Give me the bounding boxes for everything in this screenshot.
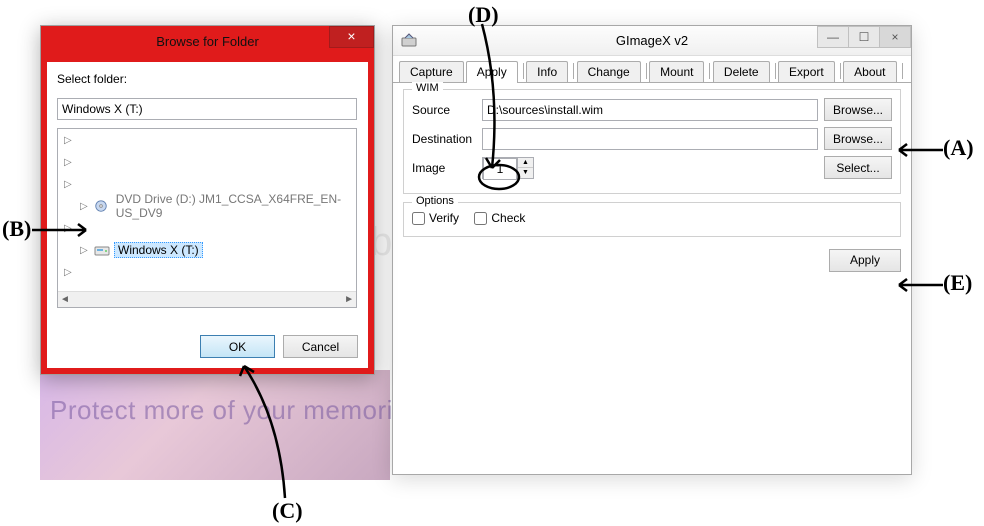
- tab-change[interactable]: Change: [577, 61, 641, 82]
- tree-item-dvd[interactable]: ▷ DVD Drive (D:) JM1_CCSA_X64FRE_EN-US_D…: [58, 195, 356, 217]
- app-titlebar[interactable]: GImageX v2 — ☐ ×: [393, 26, 911, 56]
- annotation-a: (A): [943, 135, 974, 161]
- folder-tree[interactable]: ▷ ▷ ▷ ▷ DVD Drive (D:) JM1_CCSA_X64FRE_E…: [57, 128, 357, 308]
- verify-checkbox-input[interactable]: [412, 212, 425, 225]
- tab-export[interactable]: Export: [778, 61, 835, 82]
- expand-icon[interactable]: ▷: [64, 267, 74, 278]
- annotation-c: (C): [272, 498, 303, 524]
- image-label: Image: [412, 161, 476, 175]
- options-group: Options Verify Check: [403, 202, 901, 237]
- tab-delete[interactable]: Delete: [713, 61, 770, 82]
- tab-apply[interactable]: Apply: [466, 61, 518, 83]
- wim-legend: WIM: [412, 82, 443, 94]
- folder-combo-value: Windows X (T:): [62, 102, 143, 116]
- check-label: Check: [491, 211, 525, 225]
- tree-item-windows-x[interactable]: ▷ Windows X (T:): [58, 239, 356, 261]
- tab-bar: Capture Apply Info Change Mount Delete E…: [393, 56, 911, 83]
- gimagex-window: GImageX v2 — ☐ × Capture Apply Info Chan…: [392, 25, 912, 475]
- check-checkbox[interactable]: Check: [474, 211, 525, 225]
- wim-group: WIM Source Browse... Destination Browse.…: [403, 89, 901, 194]
- browse-instruction: Select folder:: [57, 72, 358, 86]
- source-label: Source: [412, 103, 476, 117]
- source-input[interactable]: [482, 99, 818, 121]
- expand-icon[interactable]: ▷: [80, 201, 89, 212]
- close-icon[interactable]: ×: [879, 26, 911, 48]
- folder-combo[interactable]: Windows X (T:): [57, 98, 357, 120]
- expand-icon[interactable]: ▷: [64, 223, 74, 234]
- browse-source-button[interactable]: Browse...: [824, 98, 892, 121]
- app-icon: [399, 31, 419, 51]
- browse-titlebar[interactable]: Browse for Folder ×: [41, 26, 374, 56]
- image-value-input[interactable]: [483, 158, 517, 180]
- tab-about[interactable]: About: [843, 61, 896, 82]
- annotation-e: (E): [943, 270, 972, 296]
- tree-item-label: Windows X (T:): [114, 242, 203, 258]
- spinner-up-icon[interactable]: ▲: [518, 158, 533, 169]
- tree-item-label: DVD Drive (D:) JM1_CCSA_X64FRE_EN-US_DV9: [113, 192, 356, 220]
- image-spinner[interactable]: ▲▼: [482, 157, 534, 179]
- maximize-icon[interactable]: ☐: [848, 26, 880, 48]
- ok-button[interactable]: OK: [200, 335, 275, 358]
- expand-icon[interactable]: ▷: [64, 135, 74, 146]
- expand-icon[interactable]: ▷: [64, 157, 74, 168]
- expand-icon[interactable]: ▷: [64, 179, 74, 190]
- destination-label: Destination: [412, 132, 476, 146]
- minimize-icon[interactable]: —: [817, 26, 849, 48]
- horizontal-scrollbar[interactable]: ◄►: [58, 291, 356, 307]
- tab-capture[interactable]: Capture: [399, 61, 464, 82]
- select-image-button[interactable]: Select...: [824, 156, 892, 179]
- browse-destination-button[interactable]: Browse...: [824, 127, 892, 150]
- drive-icon: [94, 242, 110, 258]
- verify-label: Verify: [429, 211, 459, 225]
- apply-button[interactable]: Apply: [829, 249, 901, 272]
- app-title: GImageX v2: [616, 33, 688, 48]
- browse-title: Browse for Folder: [156, 34, 259, 49]
- options-legend: Options: [412, 195, 458, 207]
- annotation-b: (B): [2, 216, 31, 242]
- tab-mount[interactable]: Mount: [649, 61, 704, 82]
- check-checkbox-input[interactable]: [474, 212, 487, 225]
- tab-info[interactable]: Info: [526, 61, 568, 82]
- disc-icon: [93, 198, 109, 214]
- close-icon[interactable]: ×: [329, 26, 374, 48]
- verify-checkbox[interactable]: Verify: [412, 211, 459, 225]
- expand-icon[interactable]: ▷: [80, 245, 90, 256]
- destination-input[interactable]: [482, 128, 818, 150]
- browse-folder-dialog: Browse for Folder × Select folder: Windo…: [40, 25, 375, 375]
- spinner-down-icon[interactable]: ▼: [518, 168, 533, 178]
- cancel-button[interactable]: Cancel: [283, 335, 358, 358]
